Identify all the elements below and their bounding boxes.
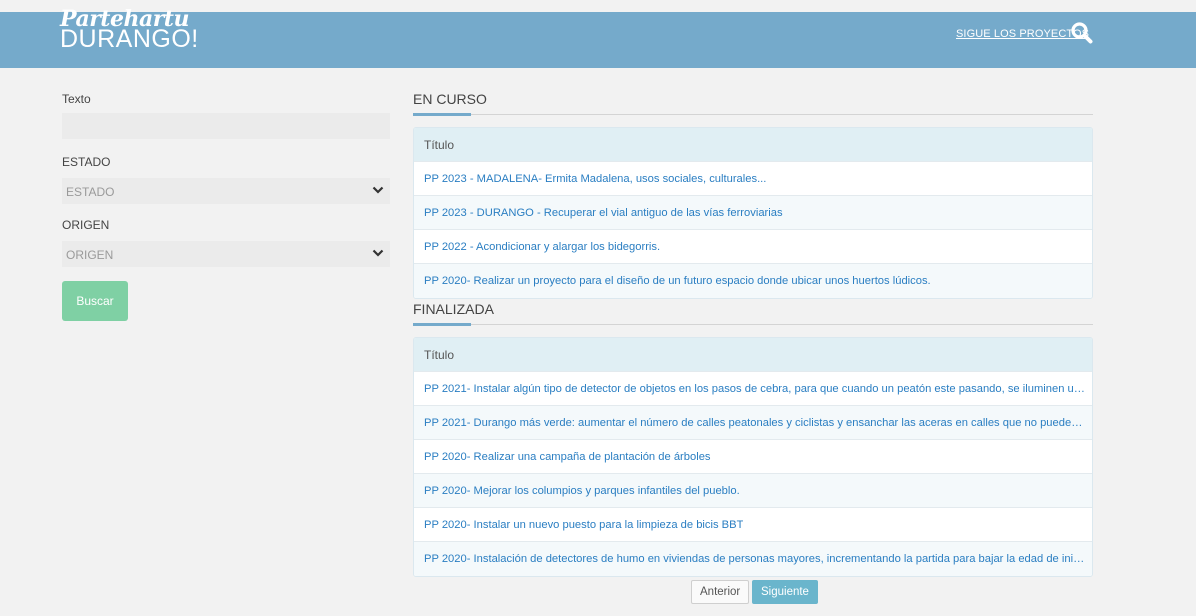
site-logo[interactable]: Partehartu DURANGO! <box>60 8 199 52</box>
table-header: Título <box>414 338 1092 372</box>
table-header: Título <box>414 128 1092 162</box>
logo-main-text: DURANGO! <box>60 25 199 53</box>
project-link[interactable]: PP 2023 - DURANGO - Recuperar el vial an… <box>424 207 783 219</box>
section-accent-bar <box>413 323 471 326</box>
project-link[interactable]: PP 2020- Realizar un proyecto para el di… <box>424 275 931 287</box>
origen-select-value: ORIGEN <box>66 248 114 262</box>
section-divider <box>413 324 1093 325</box>
chevron-down-icon <box>372 186 384 194</box>
table-row: PP 2020- Realizar un proyecto para el di… <box>414 264 1092 298</box>
site-header: Partehartu DURANGO! SIGUE LOS PROYECTOS <box>0 8 1196 68</box>
table-row: PP 2023 - DURANGO - Recuperar el vial an… <box>414 196 1092 230</box>
project-link[interactable]: PP 2020- Mejorar los columpios y parques… <box>424 485 740 497</box>
origen-select[interactable]: ORIGEN <box>62 241 390 267</box>
column-header-title: Título <box>424 137 455 152</box>
table-row: PP 2020- Realizar una campaña de plantac… <box>414 440 1092 474</box>
origen-filter-label: ORIGEN <box>62 218 110 232</box>
finalizada-table: Título PP 2021- Instalar algún tipo de d… <box>413 337 1093 577</box>
estado-select-value: ESTADO <box>66 185 115 199</box>
section-title-finalizada: FINALIZADA <box>413 301 494 317</box>
chevron-down-icon <box>372 249 384 257</box>
estado-filter-label: ESTADO <box>62 155 111 169</box>
search-submit-button[interactable]: Buscar <box>62 281 128 321</box>
table-row: PP 2020- Instalar un nuevo puesto para l… <box>414 508 1092 542</box>
estado-select[interactable]: ESTADO <box>62 178 390 204</box>
table-row: PP 2020- Instalación de detectores de hu… <box>414 542 1092 576</box>
table-row: PP 2022 - Acondicionar y alargar los bid… <box>414 230 1092 264</box>
project-link[interactable]: PP 2021- Instalar algún tipo de detector… <box>424 383 1086 395</box>
project-link[interactable]: PP 2021- Durango más verde: aumentar el … <box>424 417 1086 429</box>
table-row: PP 2023 - MADALENA- Ermita Madalena, uso… <box>414 162 1092 196</box>
project-link[interactable]: PP 2022 - Acondicionar y alargar los bid… <box>424 241 660 253</box>
section-accent-bar <box>413 113 471 116</box>
table-row: PP 2021- Instalar algún tipo de detector… <box>414 372 1092 406</box>
next-page-button[interactable]: Siguiente <box>752 580 818 604</box>
search-icon[interactable] <box>1069 20 1095 46</box>
project-link[interactable]: PP 2020- Instalar un nuevo puesto para l… <box>424 519 743 531</box>
en-curso-table: Título PP 2023 - MADALENA- Ermita Madale… <box>413 127 1093 299</box>
previous-page-button[interactable]: Anterior <box>691 580 750 604</box>
section-divider <box>413 114 1093 115</box>
project-link[interactable]: PP 2020- Realizar una campaña de plantac… <box>424 451 711 463</box>
column-header-title: Título <box>424 347 455 362</box>
section-title-en-curso: EN CURSO <box>413 91 487 107</box>
project-link[interactable]: PP 2023 - MADALENA- Ermita Madalena, uso… <box>424 173 766 185</box>
text-filter-input[interactable] <box>62 113 390 139</box>
table-row: PP 2020- Mejorar los columpios y parques… <box>414 474 1092 508</box>
table-row: PP 2021- Durango más verde: aumentar el … <box>414 406 1092 440</box>
text-filter-label: Texto <box>62 92 91 106</box>
project-link[interactable]: PP 2020- Instalación de detectores de hu… <box>424 553 1086 565</box>
